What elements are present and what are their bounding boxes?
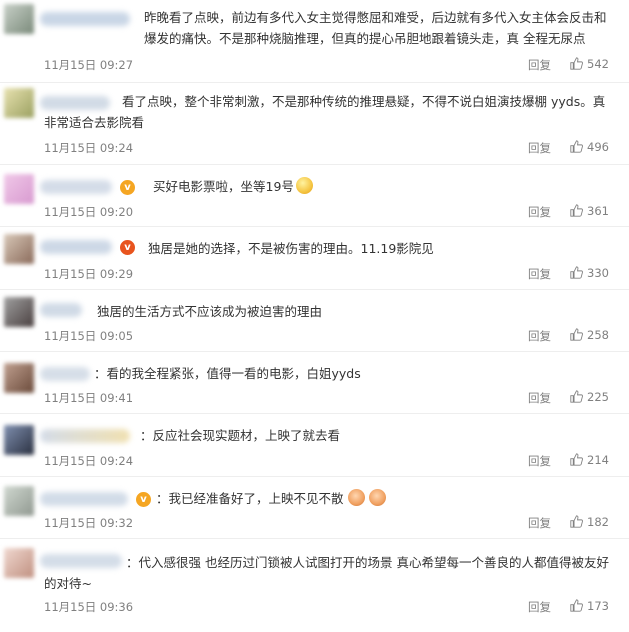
user-name[interactable] — [40, 12, 130, 26]
verified-badge-icon: v — [136, 492, 151, 507]
like-count: 225 — [587, 390, 609, 404]
reply-button[interactable]: 回复 — [528, 328, 551, 344]
like-button[interactable]: 542 — [570, 57, 609, 71]
comment-item: ：反应社会现实题材，上映了就去看 11月15日 09:24 回复 214 — [0, 413, 629, 477]
comment-time: 11月15日 09:29 — [44, 267, 134, 281]
comment-item: ：看的我全程紧张，值得一看的电影，白姐yyds 11月15日 09:41 回复 … — [0, 351, 629, 414]
user-avatar[interactable] — [4, 174, 34, 204]
like-button[interactable]: 225 — [570, 390, 609, 404]
comment-text: 昨晚看了点映，前边有多代入女主觉得憋屈和难受，后边就有多代入女主体会反击和爆发的… — [144, 10, 607, 46]
comment-item: v 独居是她的选择，不是被伤害的理由。11.19影院见 11月15日 09:29… — [0, 226, 629, 290]
comment-item: 昨晚看了点映，前边有多代入女主觉得憋屈和难受，后边就有多代入女主体会反击和爆发的… — [0, 0, 629, 83]
like-button[interactable]: 330 — [570, 266, 609, 280]
comment-time: 11月15日 09:20 — [44, 205, 134, 219]
user-name[interactable] — [40, 367, 90, 381]
like-count: 542 — [587, 57, 609, 71]
comment-item: v 买好电影票啦，坐等19号 11月15日 09:20 回复 361 — [0, 164, 629, 227]
reply-button[interactable]: 回复 — [528, 140, 551, 156]
like-button[interactable]: 182 — [570, 515, 609, 529]
user-avatar[interactable] — [4, 4, 34, 34]
comment-text: ：反应社会现实题材，上映了就去看 — [140, 428, 341, 443]
like-count: 182 — [587, 515, 609, 529]
comment-item: v ：我已经准备好了，上映不见不散 11月15日 09:32 回复 182 — [0, 476, 629, 539]
user-avatar[interactable] — [4, 425, 34, 455]
thumb-up-icon — [570, 599, 583, 612]
emoji-icon — [347, 489, 365, 506]
comment-item: 独居的生活方式不应该成为被迫害的理由 11月15日 09:05 回复 258 — [0, 289, 629, 352]
reply-button[interactable]: 回复 — [528, 515, 551, 531]
emoji-icon — [368, 489, 386, 506]
user-name[interactable] — [40, 303, 82, 317]
like-count: 258 — [587, 328, 609, 342]
emoji-icon — [295, 177, 313, 194]
user-avatar[interactable] — [4, 363, 34, 393]
comment-text: ：看的我全程紧张，值得一看的电影，白姐yyds — [94, 366, 361, 381]
like-button[interactable]: 173 — [570, 599, 609, 613]
like-button[interactable]: 496 — [570, 140, 609, 154]
comment-time: 11月15日 09:36 — [44, 600, 134, 614]
comment-text: 买好电影票啦，坐等19号 — [153, 176, 615, 197]
verified-badge-icon: v — [120, 240, 135, 255]
user-name[interactable] — [40, 240, 112, 254]
reply-button[interactable]: 回复 — [528, 204, 551, 220]
like-count: 361 — [587, 204, 609, 218]
comment-text: 独居的生活方式不应该成为被迫害的理由 — [97, 304, 323, 319]
user-avatar[interactable] — [4, 548, 34, 578]
user-avatar[interactable] — [4, 234, 34, 264]
like-button[interactable]: 258 — [570, 328, 609, 342]
like-count: 330 — [587, 266, 609, 280]
comment-time: 11月15日 09:32 — [44, 516, 134, 530]
like-button[interactable]: 214 — [570, 453, 609, 467]
like-button[interactable]: 361 — [570, 204, 609, 218]
comment-text: ：我已经准备好了，上映不见不散 — [156, 488, 615, 509]
comment-text: ：代入感很强 也经历过门锁被人试图打开的场景 真心希望每一个善良的人都值得被友好… — [44, 555, 609, 591]
comment-time: 11月15日 09:05 — [44, 329, 134, 343]
thumb-up-icon — [570, 204, 583, 217]
comment-item: 看了点映，整个非常刺激，不是那种传统的推理悬疑，不得不说白姐演技爆棚 yyds。… — [0, 82, 629, 165]
like-count: 496 — [587, 140, 609, 154]
like-count: 214 — [587, 453, 609, 467]
comment-time: 11月15日 09:24 — [44, 141, 134, 155]
user-name[interactable] — [40, 429, 130, 443]
reply-button[interactable]: 回复 — [528, 266, 551, 282]
comment-time: 11月15日 09:27 — [44, 58, 134, 72]
user-avatar[interactable] — [4, 88, 34, 118]
user-name[interactable] — [40, 492, 128, 506]
thumb-up-icon — [570, 140, 583, 153]
thumb-up-icon — [570, 328, 583, 341]
reply-button[interactable]: 回复 — [528, 57, 551, 73]
verified-badge-icon: v — [120, 180, 135, 195]
user-name[interactable] — [40, 180, 112, 194]
reply-button[interactable]: 回复 — [528, 599, 551, 615]
comment-item: ：代入感很强 也经历过门锁被人试图打开的场景 真心希望每一个善良的人都值得被友好… — [0, 538, 629, 632]
thumb-up-icon — [570, 57, 583, 70]
comment-time: 11月15日 09:41 — [44, 391, 134, 405]
thumb-up-icon — [570, 390, 583, 403]
thumb-up-icon — [570, 453, 583, 466]
reply-button[interactable]: 回复 — [528, 453, 551, 469]
reply-button[interactable]: 回复 — [528, 390, 551, 406]
comment-text: 看了点映，整个非常刺激，不是那种传统的推理悬疑，不得不说白姐演技爆棚 yyds。… — [44, 94, 606, 130]
user-avatar[interactable] — [4, 297, 34, 327]
comment-time: 11月15日 09:24 — [44, 454, 134, 468]
like-count: 173 — [587, 599, 609, 613]
thumb-up-icon — [570, 515, 583, 528]
comment-text: 独居是她的选择，不是被伤害的理由。11.19影院见 — [148, 241, 434, 256]
thumb-up-icon — [570, 266, 583, 279]
user-avatar[interactable] — [4, 486, 34, 516]
